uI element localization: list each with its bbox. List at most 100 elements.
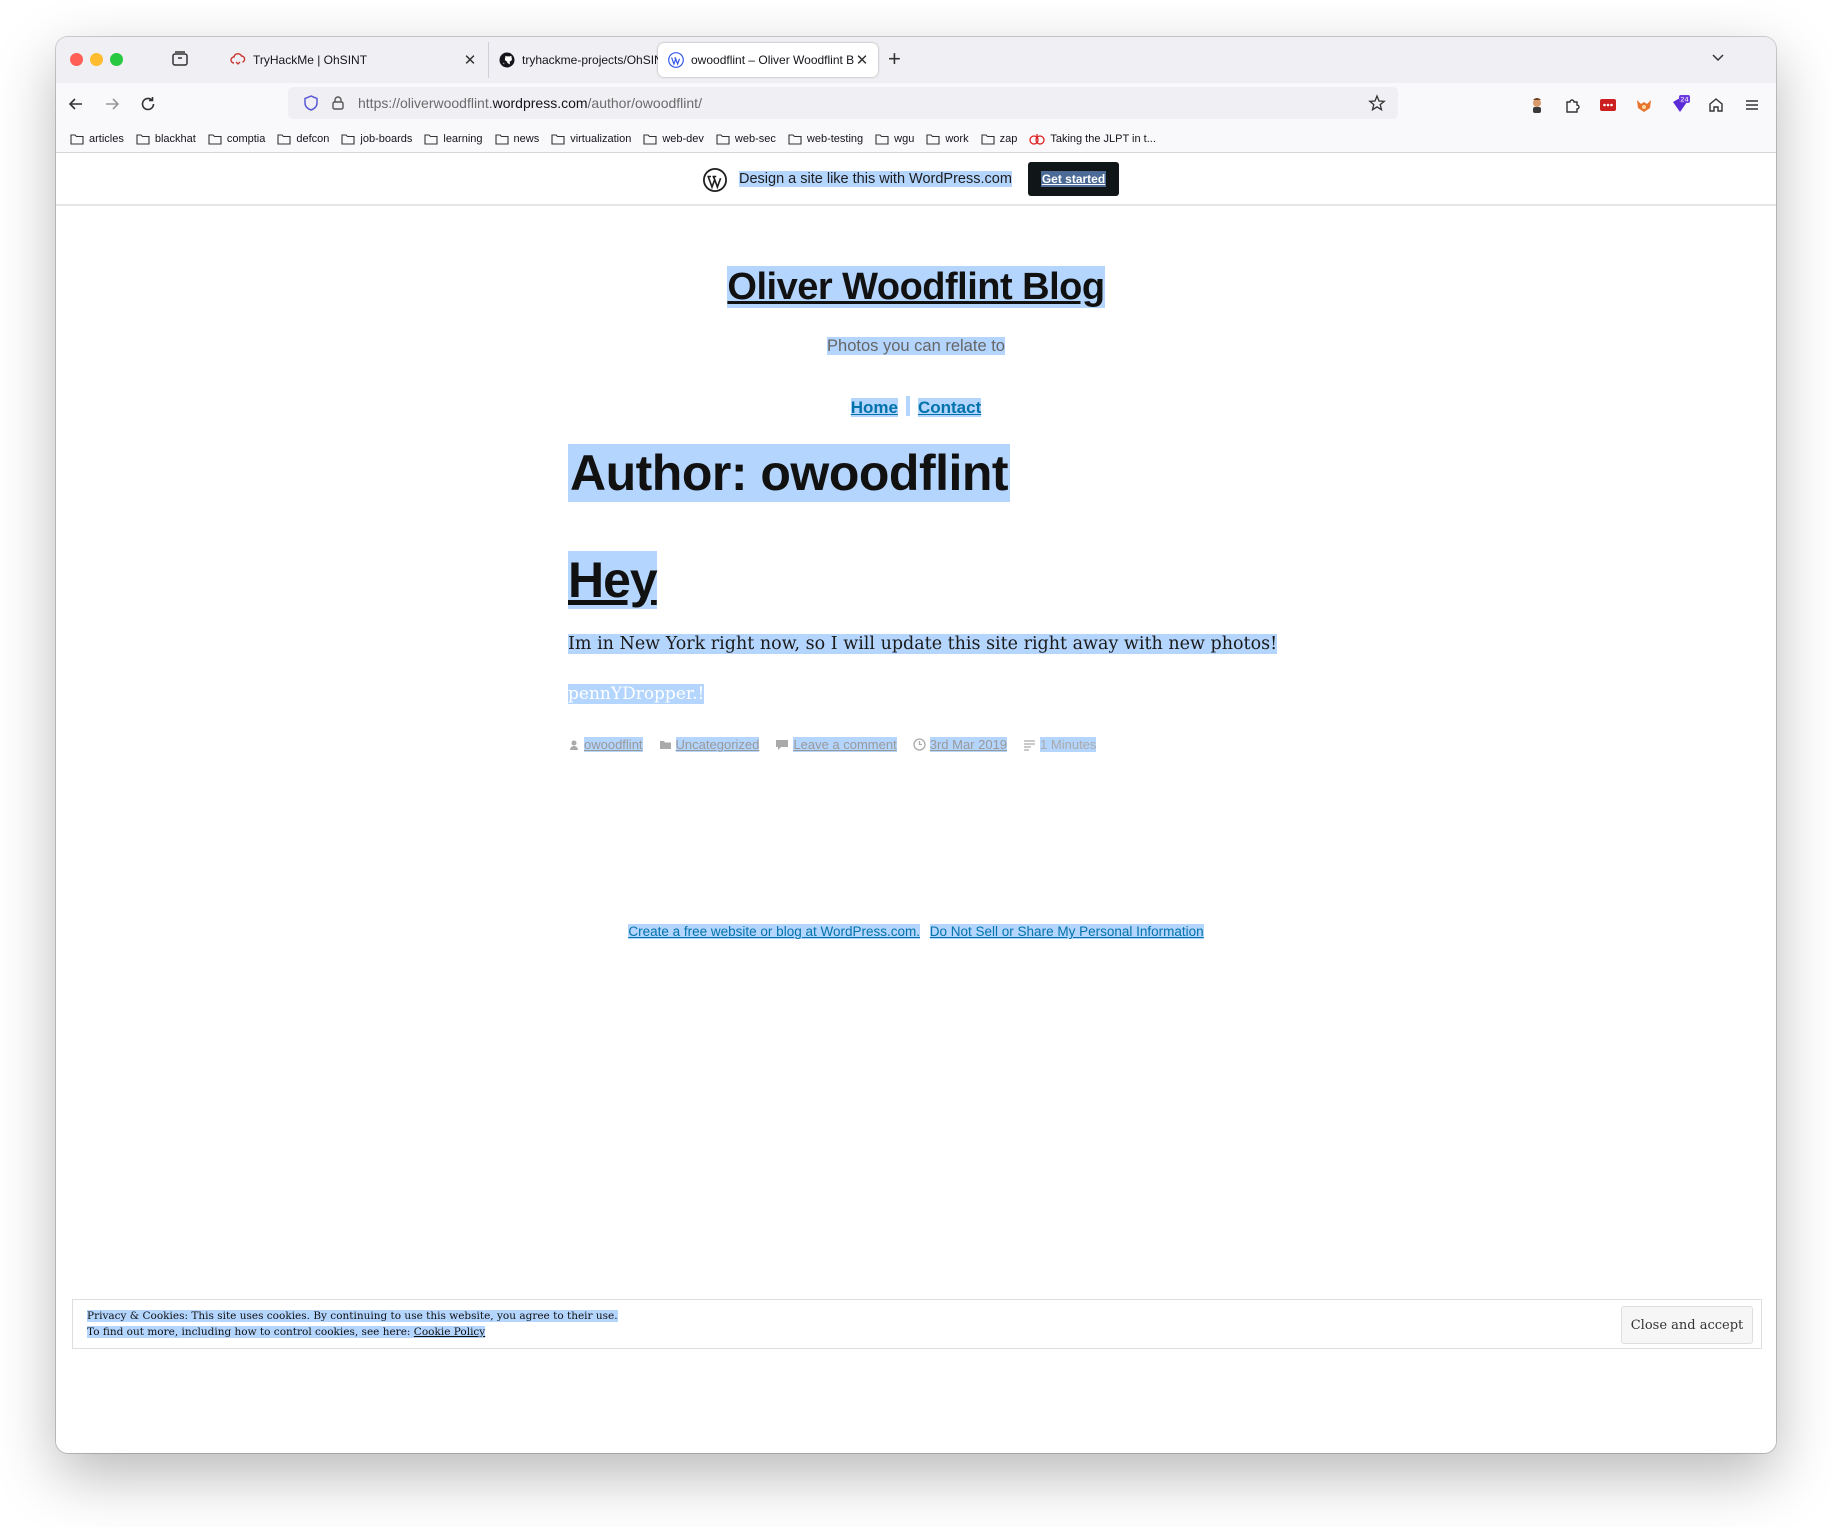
cookie-line-1: Privacy & Cookies: This site uses cookie… [87,1310,618,1322]
list-all-tabs-icon[interactable] [1710,49,1726,70]
folder-icon [659,741,671,749]
bookmark-folder[interactable]: blackhat [136,133,196,145]
author-link[interactable]: owoodflint [584,737,643,752]
clock-icon [913,738,926,751]
github-icon [499,52,515,68]
bookmark-folder[interactable]: comptia [208,133,265,145]
folder-icon [424,133,438,145]
site-description: Photos you can relate to [56,337,1776,356]
bookmark-folder[interactable]: zap [981,133,1017,145]
meta-author: owoodflint [568,737,643,752]
hidden-text-selection: pennYDropper.! [568,684,705,704]
post-hidden-text: pennYDropper.! [568,684,705,704]
close-window-button[interactable] [70,53,83,66]
meta-comments: Leave a comment [775,737,897,752]
tab-label: TryHackMe | OhSINT [253,53,368,67]
nav-separator [905,396,910,416]
close-and-accept-button[interactable]: Close and accept [1621,1306,1753,1344]
bookmarks-toolbar: articles blackhat comptia defcon job-boa… [56,125,1776,153]
back-icon[interactable] [64,92,88,116]
tab-tryhackme[interactable]: TryHackMe | OhSINT ✕ [216,42,488,78]
get-started-button[interactable]: Get started [1028,162,1119,196]
minimize-window-button[interactable] [90,53,103,66]
folder-icon [643,133,657,145]
wordpress-icon [668,52,684,68]
tab-label: owoodflint – Oliver Woodflint Bl [691,53,854,67]
folder-icon [136,133,150,145]
do-not-sell-link[interactable]: Do Not Sell or Share My Personal Informa… [929,924,1204,939]
banner-text[interactable]: Design a site like this with WordPress.c… [739,171,1012,187]
cookie-text: Privacy & Cookies: This site uses cookie… [87,1308,618,1340]
extensions-puzzle-icon[interactable] [1562,95,1582,115]
bookmark-link[interactable]: Taking the JLPT in t... [1029,132,1156,146]
url-text: https://oliverwoodflint.wordpress.com/au… [358,95,702,111]
password-manager-icon[interactable] [1598,95,1618,115]
bookmark-folder[interactable]: virtualization [551,133,631,145]
forward-icon[interactable] [100,92,124,116]
site-description-text: Photos you can relate to [827,337,1005,355]
home-icon[interactable] [1706,95,1726,115]
folder-icon [926,133,940,145]
svg-text:24: 24 [1680,96,1688,104]
post-title-link[interactable]: Hey [568,551,658,609]
post-excerpt: Im in New York right now, so I will upda… [568,634,1278,654]
fox-extension-icon[interactable] [1634,95,1654,115]
tryhackme-icon [230,52,246,68]
bookmark-folder[interactable]: news [494,133,539,145]
jlpt-favicon-icon [1029,133,1045,145]
bookmark-folder[interactable]: learning [424,133,483,145]
address-bar[interactable]: https://oliverwoodflint.wordpress.com/au… [288,87,1398,119]
folder-icon [875,133,889,145]
meta-category: Uncategorized [659,737,760,752]
bookmark-star-icon[interactable] [1368,94,1386,112]
reload-icon[interactable] [136,92,160,116]
folder-icon [981,133,995,145]
tab-overview-icon[interactable] [170,49,192,71]
bookmark-folder[interactable]: defcon [277,133,329,145]
date-link[interactable]: 3rd Mar 2019 [929,737,1008,752]
tab-owoodflint[interactable]: owoodflint – Oliver Woodflint Bl ✕ [658,43,878,77]
cookie-banner: Privacy & Cookies: This site uses cookie… [72,1299,1762,1349]
page-title: Author: owoodflint [568,444,1011,502]
wordpress-logo-icon[interactable] [702,167,728,193]
category-link[interactable]: Uncategorized [675,737,760,752]
site-title: Oliver Woodflint Blog [56,266,1776,309]
browser-window: TryHackMe | OhSINT ✕ tryhackme-projects/… [56,37,1776,1453]
folder-icon [341,133,355,145]
comment-icon [776,739,789,750]
main-navigation: Home Contact [56,396,1776,418]
proton-extension-icon[interactable]: 24 [1670,95,1690,115]
meta-read-time: 1 Minutes [1023,737,1097,752]
menu-hamburger-icon[interactable] [1742,95,1762,115]
bookmark-folder[interactable]: web-sec [716,133,776,145]
site-title-link[interactable]: Oliver Woodflint Blog [727,266,1105,308]
nav-contact-link[interactable]: Contact [917,398,982,417]
new-tab-button[interactable]: + [888,47,901,71]
bookmark-folder[interactable]: web-testing [788,133,863,145]
folder-icon [494,133,509,145]
zoom-window-button[interactable] [110,53,123,66]
leave-comment-link[interactable]: Leave a comment [793,737,897,752]
avatar-extension-icon[interactable] [1527,95,1547,115]
folder-icon [208,133,222,145]
cookie-policy-link[interactable]: Cookie Policy [414,1326,485,1338]
close-icon[interactable]: ✕ [854,51,870,69]
bookmark-folder[interactable]: articles [70,133,124,145]
meta-date: 3rd Mar 2019 [913,737,1008,752]
user-icon [570,740,578,750]
bookmark-folder[interactable]: work [926,133,969,145]
tracking-protection-shield-icon[interactable] [302,94,320,112]
folder-icon [277,133,291,145]
cookie-line-2: To find out more, including how to contr… [87,1326,486,1338]
folder-icon [788,133,802,145]
wordpress-footer-link[interactable]: Create a free website or blog at WordPre… [628,924,920,939]
bookmark-folder[interactable]: web-dev [643,133,704,145]
nav-home-link[interactable]: Home [850,398,898,417]
folder-icon [551,133,565,145]
folder-icon [70,133,84,145]
bookmark-folder[interactable]: job-boards [341,133,412,145]
close-icon[interactable]: ✕ [462,51,478,69]
tab-strip: TryHackMe | OhSINT ✕ tryhackme-projects/… [56,37,1776,83]
lock-icon[interactable] [330,95,346,111]
bookmark-folder[interactable]: wgu [875,133,914,145]
